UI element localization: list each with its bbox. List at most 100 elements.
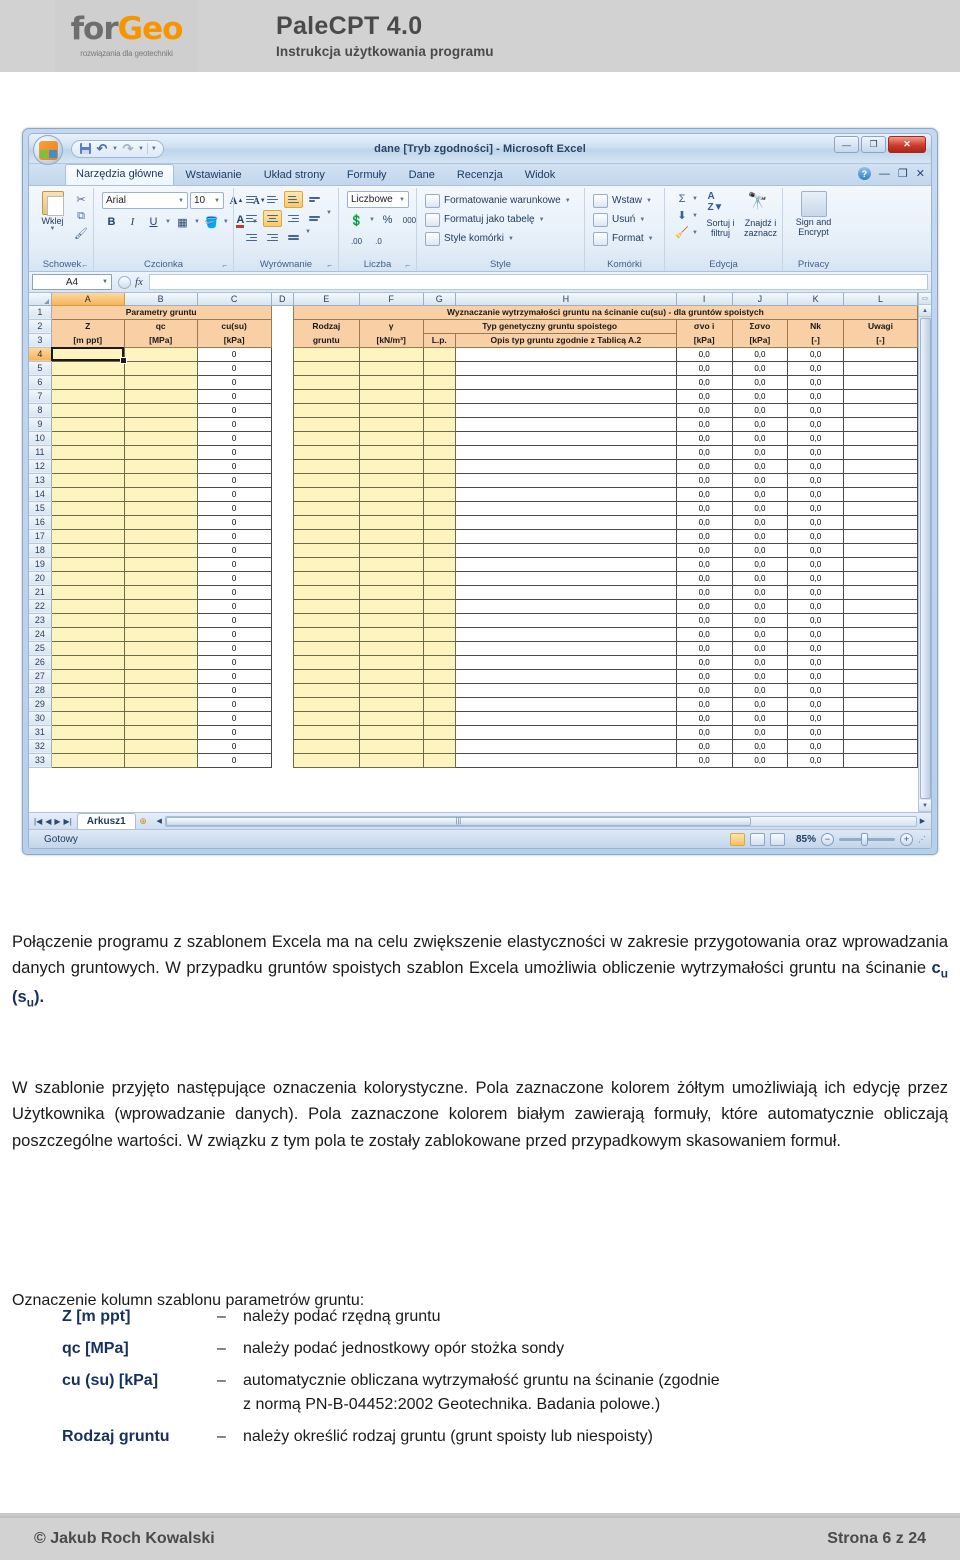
cell-k10[interactable]: 0,0 (787, 430, 844, 446)
row-header-3[interactable]: 3 (29, 333, 52, 348)
cell-k11[interactable]: 0,0 (787, 444, 844, 460)
page-layout-view-icon[interactable] (750, 832, 765, 846)
cell-e33[interactable] (292, 752, 360, 768)
spacer-cell-d30[interactable] (271, 711, 294, 725)
cell-g24[interactable] (422, 626, 456, 642)
cell-j25[interactable]: 0,0 (731, 640, 789, 656)
cell-f13[interactable] (358, 472, 424, 488)
cell-l4[interactable] (842, 346, 918, 362)
cell-b18[interactable] (123, 542, 198, 558)
cell-c19[interactable]: 0 (196, 556, 272, 572)
cell-e14[interactable] (292, 486, 360, 502)
cell-k21[interactable]: 0,0 (787, 584, 844, 600)
cell-e21[interactable] (292, 584, 360, 600)
cell-g5[interactable] (422, 360, 456, 376)
scroll-down-icon[interactable]: ▼ (918, 800, 931, 812)
cell-l8[interactable] (842, 402, 918, 418)
cell-b31[interactable] (123, 724, 198, 740)
cell-g18[interactable] (422, 542, 456, 558)
cell-k17[interactable]: 0,0 (787, 528, 844, 544)
cell-l7[interactable] (842, 388, 918, 404)
cell-l11[interactable] (842, 444, 918, 460)
spacer-cell-d29[interactable] (271, 697, 294, 711)
cell-f10[interactable] (358, 430, 424, 446)
row-header-27[interactable]: 27 (29, 669, 52, 684)
align-right-icon[interactable] (284, 210, 303, 227)
cell-a7[interactable] (50, 388, 125, 404)
row-header-5[interactable]: 5 (29, 361, 52, 376)
clear-icon[interactable]: 🧹 (674, 225, 690, 240)
cell-h6[interactable] (454, 374, 677, 390)
cell-a28[interactable] (50, 682, 125, 698)
cell-i24[interactable]: 0,0 (675, 626, 733, 642)
row-header-32[interactable]: 32 (29, 739, 52, 754)
cell-j4[interactable]: 0,0 (731, 346, 789, 362)
cell-b5[interactable] (123, 360, 198, 376)
clear-chevron-down-icon[interactable]: ▼ (692, 230, 698, 236)
cell-f29[interactable] (358, 696, 424, 712)
column-header-f[interactable]: F (359, 293, 424, 306)
sheet-tab-bar[interactable]: |◀ ◀ ▶ ▶| Arkusz1 ⊕ ◀ ||| ▶ (29, 812, 931, 829)
spacer-cell-d13[interactable] (271, 473, 294, 487)
cell-e27[interactable] (292, 668, 360, 684)
cell-j14[interactable]: 0,0 (731, 486, 789, 502)
row-header-30[interactable]: 30 (29, 711, 52, 726)
cell-l32[interactable] (842, 738, 918, 754)
cell-g4[interactable] (422, 346, 456, 362)
cell-g6[interactable] (422, 374, 456, 390)
cell-i4[interactable]: 0,0 (675, 346, 733, 362)
cell-i28[interactable]: 0,0 (675, 682, 733, 698)
cell-k27[interactable]: 0,0 (787, 668, 844, 684)
cell-h17[interactable] (454, 528, 677, 544)
row-header-13[interactable]: 13 (29, 473, 52, 488)
cell-f4[interactable] (358, 346, 424, 362)
cell-k25[interactable]: 0,0 (787, 640, 844, 656)
cell-j24[interactable]: 0,0 (731, 626, 789, 642)
cell-i16[interactable]: 0,0 (675, 514, 733, 530)
cell-g12[interactable] (422, 458, 456, 474)
row-header-26[interactable]: 26 (29, 655, 52, 670)
column-header-e[interactable]: E (293, 293, 360, 306)
cell-g31[interactable] (422, 724, 456, 740)
spacer-cell-d5[interactable] (271, 361, 294, 375)
cell-a32[interactable] (50, 738, 125, 754)
hscroll-right-icon[interactable]: ▶ (917, 816, 928, 827)
cell-l18[interactable] (842, 542, 918, 558)
cell-h25[interactable] (454, 640, 677, 656)
cell-e18[interactable] (292, 542, 360, 558)
borders-icon[interactable]: ▦ (173, 213, 192, 231)
tab-widok[interactable]: Widok (514, 165, 567, 185)
cell-b10[interactable] (123, 430, 198, 446)
copy-icon[interactable]: ⧉ (73, 209, 89, 224)
cell-k20[interactable]: 0,0 (787, 570, 844, 586)
cell-h9[interactable] (454, 416, 677, 432)
orientation-icon[interactable] (305, 191, 324, 208)
cell-g13[interactable] (422, 472, 456, 488)
cell-l22[interactable] (842, 598, 918, 614)
cell-l13[interactable] (842, 472, 918, 488)
cell-e20[interactable] (292, 570, 360, 586)
scroll-up-icon[interactable]: ▲ (918, 305, 931, 317)
cell-a25[interactable] (50, 640, 125, 656)
workbook-close-icon[interactable]: ✕ (916, 168, 925, 179)
cell-h30[interactable] (454, 710, 677, 726)
wrap-text-icon[interactable] (305, 210, 324, 227)
cell-c33[interactable]: 0 (196, 752, 272, 768)
cell-c24[interactable]: 0 (196, 626, 272, 642)
cell-f8[interactable] (358, 402, 424, 418)
cell-f33[interactable] (358, 752, 424, 768)
cell-e26[interactable] (292, 654, 360, 670)
spacer-cell-d21[interactable] (271, 585, 294, 599)
insert-function-icon[interactable] (118, 275, 131, 289)
cell-f28[interactable] (358, 682, 424, 698)
align-middle-icon[interactable] (263, 191, 282, 208)
row-header-2[interactable]: 2 (29, 319, 52, 334)
cell-e8[interactable] (292, 402, 360, 418)
cell-f18[interactable] (358, 542, 424, 558)
cell-f7[interactable] (358, 388, 424, 404)
spacer-cell-d2[interactable] (271, 319, 294, 333)
cell-c28[interactable]: 0 (196, 682, 272, 698)
spacer-cell-d15[interactable] (271, 501, 294, 515)
cell-h13[interactable] (454, 472, 677, 488)
cell-e7[interactable] (292, 388, 360, 404)
